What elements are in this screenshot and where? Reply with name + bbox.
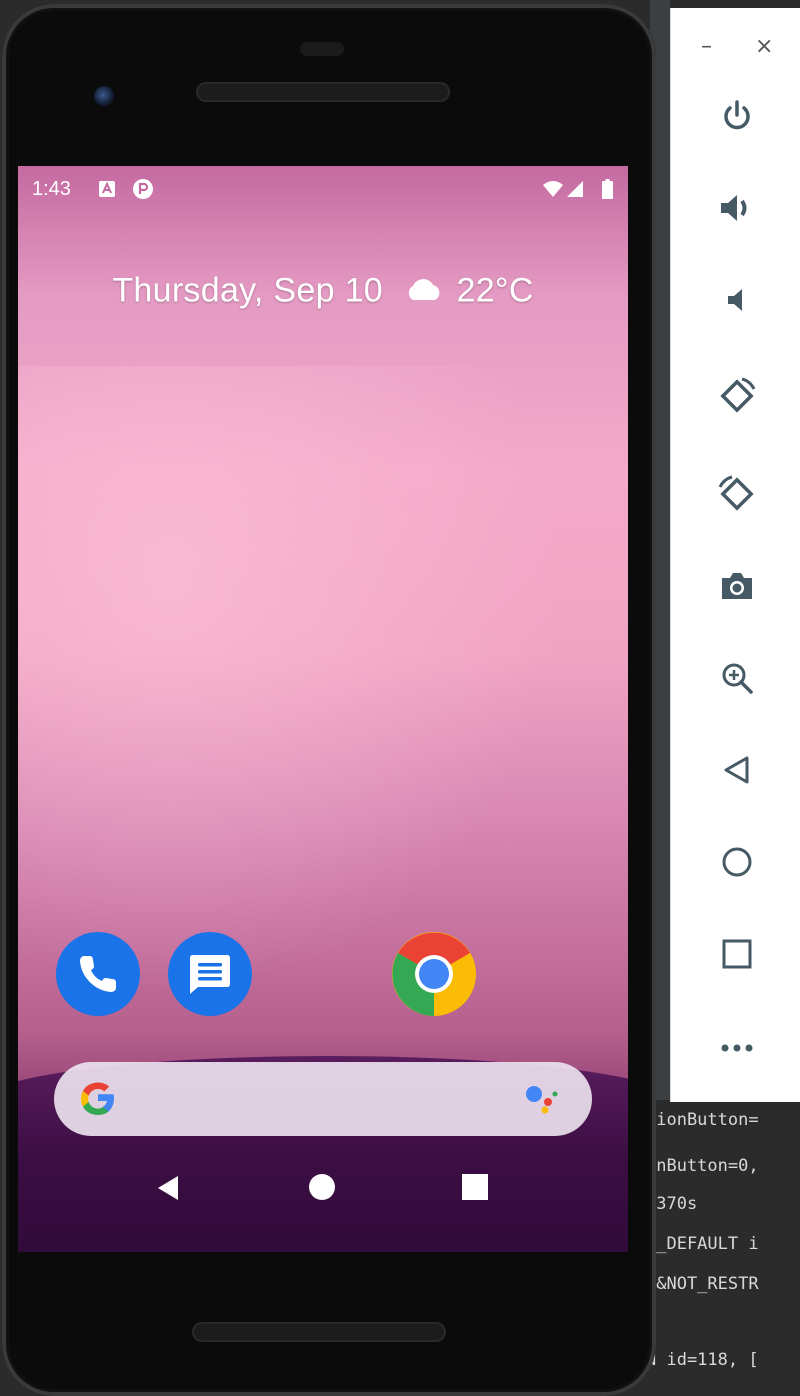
google-logo-icon[interactable] (76, 1076, 120, 1124)
rotate-left-button[interactable] (715, 374, 759, 418)
at-a-glance-widget[interactable]: Thursday, Sep 10 22°C (18, 270, 628, 311)
bottom-speaker (192, 1322, 446, 1342)
log-line: T&NOT_RESTR (646, 1274, 759, 1294)
screenshot-button[interactable] (715, 564, 759, 608)
window-controls: – × (671, 36, 800, 60)
nav-home-button[interactable] (308, 1173, 336, 1205)
volume-down-button[interactable] (715, 278, 759, 322)
log-output: tionButton= onButton=0, 3370s (_DEFAULT … (640, 1100, 800, 1396)
log-line: onButton=0, (646, 1156, 759, 1176)
rotate-left-icon (716, 375, 758, 417)
home-icon (721, 846, 753, 878)
log-line: tionButton= (646, 1110, 759, 1130)
volume-up-button[interactable] (715, 186, 759, 230)
close-button[interactable]: × (755, 36, 773, 58)
temperature-text: 22°C (456, 271, 534, 310)
nav-overview-button[interactable] (462, 1174, 488, 1204)
top-speaker (196, 82, 450, 102)
home-button[interactable] (715, 840, 759, 884)
nav-back-button[interactable] (154, 1174, 182, 1206)
rotate-right-button[interactable] (715, 472, 759, 516)
emulator-phone-frame: 1:43 Thursday, Sep 10 22°C (2, 4, 656, 1396)
notification-a-icon (98, 180, 116, 202)
power-button[interactable] (715, 94, 759, 138)
back-button[interactable] (715, 748, 759, 792)
volume-down-icon (722, 285, 752, 315)
phone-app-icon[interactable] (56, 932, 140, 1016)
camera-icon (719, 570, 755, 602)
wifi-icon (542, 180, 564, 202)
volume-up-icon (718, 191, 756, 225)
date-text: Thursday, Sep 10 (112, 271, 383, 310)
status-bar: 1:43 (18, 166, 628, 212)
rotate-right-icon (716, 473, 758, 515)
status-time: 1:43 (32, 178, 71, 200)
overview-icon (722, 939, 752, 969)
log-line: N id=118, [ (646, 1350, 759, 1370)
top-slot (300, 42, 344, 56)
overview-button[interactable] (715, 932, 759, 976)
more-icon (720, 1043, 754, 1053)
front-camera (94, 86, 114, 106)
google-assistant-icon[interactable] (524, 1084, 564, 1118)
messages-app-icon[interactable] (168, 932, 252, 1016)
notification-p-icon (132, 178, 154, 204)
power-icon (720, 99, 754, 133)
log-line: (_DEFAULT i (646, 1234, 759, 1254)
zoom-button[interactable] (715, 656, 759, 700)
google-search-bar[interactable] (54, 1062, 592, 1136)
emulator-toolbar: – × (670, 8, 800, 1102)
chrome-app-icon[interactable] (392, 932, 476, 1016)
more-button[interactable] (715, 1026, 759, 1070)
cell-signal-icon (566, 180, 584, 202)
battery-icon (602, 179, 613, 203)
back-icon (722, 755, 752, 785)
zoom-icon (720, 661, 754, 695)
minimize-button[interactable]: – (701, 36, 712, 58)
device-screen[interactable]: 1:43 Thursday, Sep 10 22°C (18, 166, 628, 1252)
cloud-icon (403, 272, 443, 311)
